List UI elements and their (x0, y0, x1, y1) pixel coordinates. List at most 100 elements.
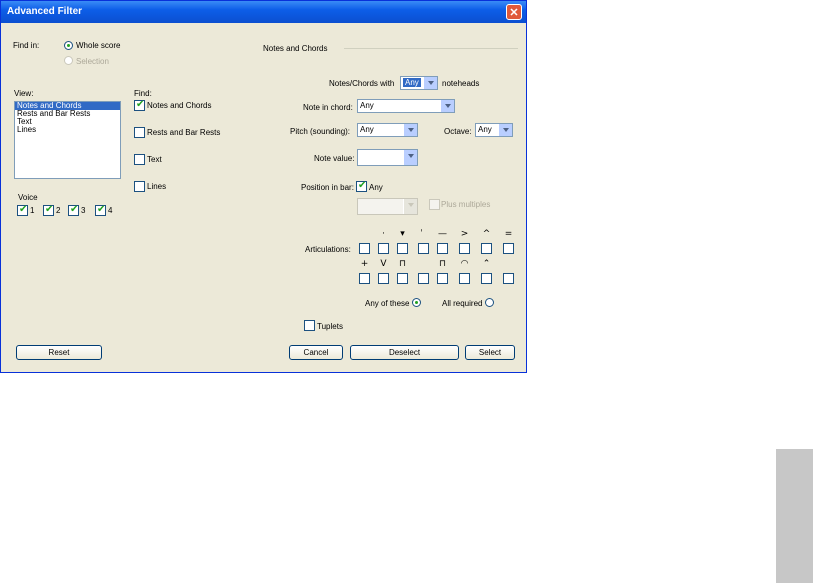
voice-1-checkbox[interactable] (17, 204, 28, 216)
articulations-label: Articulations: (305, 245, 351, 254)
find-label: Find: (134, 89, 152, 98)
advanced-filter-dialog: Advanced Filter ✕ Find in: Whole score S… (0, 0, 527, 373)
whole-score-label: Whole score (76, 41, 121, 50)
voice-2-checkbox[interactable] (43, 204, 54, 216)
find-rests-label: Rests and Bar Rests (147, 128, 221, 137)
pause-icon: ⊓ (438, 259, 447, 269)
articulation-checkbox-5[interactable] (437, 243, 448, 254)
octave-combo[interactable]: Any (475, 123, 513, 137)
group-divider (344, 48, 518, 49)
articulation-checkbox-14[interactable] (459, 273, 470, 284)
articulation-checkbox-10[interactable] (378, 273, 389, 284)
find-lines-label: Lines (147, 182, 167, 191)
find-text-checkbox[interactable] (134, 154, 145, 165)
position-combo[interactable] (357, 198, 418, 215)
plus-icon: + (360, 259, 369, 269)
find-lines-checkbox[interactable] (134, 181, 145, 192)
pitch-label: Pitch (sounding): (290, 127, 351, 136)
noteheads-value: Any (403, 78, 421, 87)
view-label: View: (14, 89, 34, 98)
chevron-down-icon[interactable] (423, 77, 437, 89)
note-in-chord-combo[interactable]: Any (357, 99, 455, 113)
chevron-down-icon[interactable] (498, 124, 512, 136)
tenuto-icon: — (438, 229, 447, 239)
marcato-icon: ^ (482, 229, 491, 239)
staccatissimo-icon: ▾ (400, 229, 405, 239)
view-listbox[interactable]: Notes and Chords Rests and Bar Rests Tex… (14, 101, 121, 179)
all-required-label: All required (442, 299, 483, 308)
articulation-checkbox-7[interactable] (481, 243, 492, 254)
noteheads-suffix: noteheads (442, 79, 480, 88)
fermata-icon: ◠ (460, 259, 469, 269)
articulation-checkbox-15[interactable] (481, 273, 492, 284)
notes-chords-group-title: Notes and Chords (263, 44, 328, 53)
deselect-button[interactable]: Deselect (350, 345, 459, 360)
voice-3-checkbox[interactable] (68, 204, 79, 216)
find-notes-chords-label: Notes and Chords (147, 101, 212, 110)
selection-label: Selection (76, 57, 109, 66)
articulation-checkbox-3[interactable] (397, 243, 408, 254)
chevron-down-icon[interactable] (403, 199, 417, 214)
tuplets-label: Tuplets (317, 322, 343, 331)
view-item-lines[interactable]: Lines (15, 126, 120, 134)
find-in-label: Find in: (13, 41, 40, 50)
plus-multiples-label: Plus multiples (441, 200, 491, 209)
up-bow-icon: V (380, 259, 387, 269)
close-button[interactable]: ✕ (506, 4, 522, 20)
articulation-checkbox-8[interactable] (503, 243, 514, 254)
find-rests-checkbox[interactable] (134, 127, 145, 138)
find-notes-chords-checkbox[interactable] (134, 99, 145, 111)
whole-score-radio[interactable] (64, 41, 73, 50)
any-of-these-radio[interactable] (412, 298, 421, 307)
articulation-checkbox-2[interactable] (378, 243, 389, 254)
accent-icon: > (460, 229, 469, 239)
chevron-down-icon[interactable] (403, 150, 417, 165)
articulation-checkbox-13[interactable] (437, 273, 448, 284)
voice-1-label: 1 (30, 206, 35, 215)
any-of-these-label: Any of these (365, 299, 410, 308)
plus-multiples-checkbox[interactable] (429, 199, 440, 210)
tremolo-icon: = (504, 229, 513, 239)
chevron-down-icon[interactable] (440, 100, 454, 112)
all-required-radio[interactable] (485, 298, 494, 307)
cancel-button[interactable]: Cancel (289, 345, 343, 360)
window-title: Advanced Filter (7, 6, 83, 17)
octave-label: Octave: (444, 127, 472, 136)
octave-value: Any (478, 125, 492, 134)
pitch-combo[interactable]: Any (357, 123, 418, 137)
staccato-icon: · (382, 229, 385, 239)
voice-3-label: 3 (81, 206, 86, 215)
note-value-combo[interactable] (357, 149, 418, 166)
note-in-chord-label: Note in chord: (303, 103, 353, 112)
position-any-label: Any (369, 183, 383, 192)
chevron-down-icon[interactable] (403, 124, 417, 136)
articulation-checkbox-16[interactable] (503, 273, 514, 284)
articulation-checkbox-9[interactable] (359, 273, 370, 284)
pitch-value: Any (360, 125, 374, 134)
voice-label: Voice (18, 193, 38, 202)
select-button[interactable]: Select (465, 345, 515, 360)
noteheads-prefix: Notes/Chords with (329, 79, 395, 88)
note-in-chord-value: Any (360, 101, 374, 110)
articulation-checkbox-4[interactable] (418, 243, 429, 254)
find-text-label: Text (147, 155, 162, 164)
noteheads-combo[interactable]: Any (400, 76, 438, 90)
articulation-checkbox-12[interactable] (418, 273, 429, 284)
tuplets-checkbox[interactable] (304, 320, 315, 331)
note-value-label: Note value: (314, 154, 355, 163)
title-bar[interactable]: Advanced Filter ✕ (1, 1, 526, 23)
voice-4-checkbox[interactable] (95, 204, 106, 216)
selection-radio[interactable] (64, 56, 73, 65)
down-bow-icon: ⊓ (398, 259, 407, 269)
articulation-checkbox-6[interactable] (459, 243, 470, 254)
voice-4-label: 4 (108, 206, 113, 215)
wedge-icon: ˈ (420, 229, 423, 239)
position-in-bar-label: Position in bar: (301, 183, 354, 192)
voice-2-label: 2 (56, 206, 61, 215)
long-fermata-icon: ⌃ (482, 259, 491, 269)
articulation-checkbox-11[interactable] (397, 273, 408, 284)
page-side-tab (776, 449, 813, 583)
articulation-checkbox-1[interactable] (359, 243, 370, 254)
position-any-checkbox[interactable] (356, 180, 367, 192)
reset-button[interactable]: Reset (16, 345, 102, 360)
